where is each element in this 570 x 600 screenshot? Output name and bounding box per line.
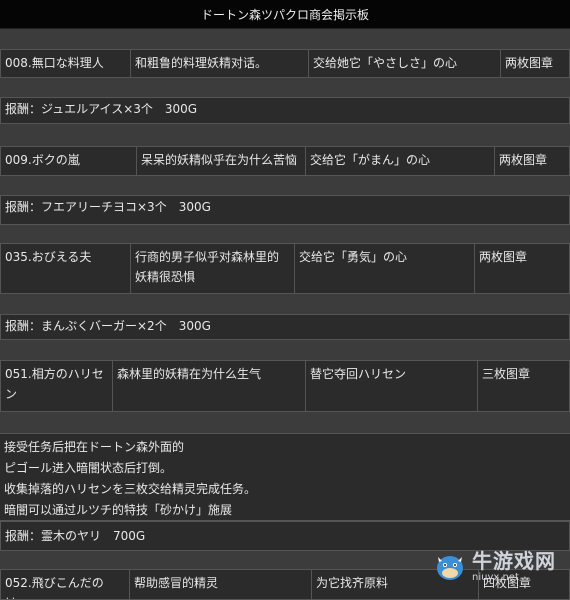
- quest-task: 呆呆的妖精似乎在为什么苦恼: [137, 147, 306, 175]
- reward-row: 报酬：フエアリーチヨコ×3个 300G: [0, 195, 570, 225]
- row-gap: [0, 124, 570, 146]
- watermark-title: 牛游戏网: [472, 548, 556, 573]
- quest-row[interactable]: 051.相方のハリセン 森林里的妖精在为什么生气 替它夺回ハリセン 三枚图章: [0, 360, 570, 412]
- quest-name: 008.無口な料理人: [0, 50, 131, 77]
- quest-row[interactable]: 009.ボクの嵐 呆呆的妖精似乎在为什么苦恼 交给它「がまん」の心 两枚图章: [0, 146, 570, 176]
- quest-task: 和粗鲁的料理妖精对话。: [131, 50, 309, 77]
- quest-deliver: 交给它「勇気」の心: [295, 244, 475, 293]
- description-line: 收集掉落的ハリセンを三枚交给精灵完成任务。: [4, 482, 257, 496]
- quest-deliver: 替它夺回ハリセン: [306, 361, 478, 411]
- page-title: ドートン森ツパクロ商会掲示板: [0, 0, 570, 29]
- description-line: 接受任务后把在ドートン森外面的: [4, 440, 185, 454]
- quest-task: 森林里的妖精在为什么生气: [113, 361, 306, 411]
- quest-description: 接受任务后把在ドートン森外面的 ピゴール进入暗闇状态后打倒。 收集掉落的ハリセン…: [0, 433, 570, 521]
- quest-row[interactable]: 035.おびえる夫 行商的男子似乎对森林里的妖精很恐惧 交给它「勇気」の心 两枚…: [0, 243, 570, 294]
- quest-task: 行商的男子似乎对森林里的妖精很恐惧: [131, 244, 295, 293]
- quest-reward: 报酬：フエアリーチヨコ×3个 300G: [0, 196, 570, 224]
- row-gap: [0, 294, 570, 314]
- quest-name: 035.おびえる夫: [0, 244, 131, 293]
- description-line: 暗闇可以通过ルツチ的特技「砂かけ」施展: [4, 503, 233, 517]
- quest-reward-count: 两枚图章: [475, 244, 570, 293]
- quest-name: 009.ボクの嵐: [0, 147, 137, 175]
- quest-reward-count: 三枚图章: [478, 361, 570, 411]
- cow-logo-icon: [437, 556, 463, 580]
- quest-reward: 报酬：まんぷくバーガー×2个 300G: [0, 315, 570, 339]
- reward-row: 报酬：まんぷくバーガー×2个 300G: [0, 314, 570, 340]
- row-gap: [0, 225, 570, 243]
- quest-row[interactable]: 008.無口な料理人 和粗鲁的料理妖精对话。 交给她它「やさしさ」の心 两枚图章: [0, 49, 570, 78]
- reward-row: 报酬：ジュエルアイス×3个 300G: [0, 97, 570, 124]
- row-gap: [0, 29, 570, 49]
- quest-deliver: 交给她它「やさしさ」の心: [309, 50, 501, 77]
- row-gap: [0, 78, 570, 97]
- row-gap: [0, 176, 570, 195]
- quest-reward-count: 两枚图章: [501, 50, 570, 77]
- quest-deliver: 交给它「がまん」の心: [306, 147, 495, 175]
- quest-task: 帮助感冒的精灵: [130, 570, 312, 599]
- row-gap: [0, 340, 570, 360]
- watermark-url: niuyx.net: [472, 571, 519, 583]
- quest-reward: 报酬：ジュエルアイス×3个 300G: [0, 98, 570, 123]
- quest-name: 051.相方のハリセン: [0, 361, 113, 411]
- quest-name: 052.飛びこんだのは…: [0, 570, 130, 599]
- quest-reward-count: 两枚图章: [495, 147, 570, 175]
- row-gap: [0, 412, 570, 433]
- description-line: ピゴール进入暗闇状态后打倒。: [4, 461, 173, 475]
- site-watermark: 牛游戏网 niuyx.net: [432, 540, 564, 592]
